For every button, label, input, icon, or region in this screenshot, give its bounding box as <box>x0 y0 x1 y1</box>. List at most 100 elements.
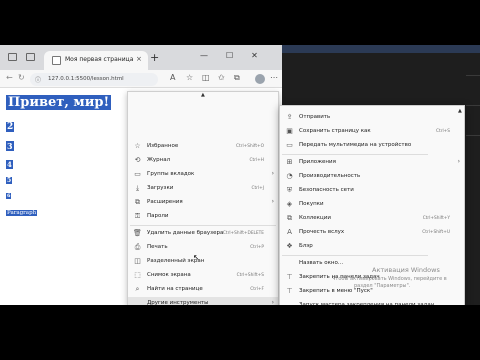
background-editor-highlight <box>280 45 480 53</box>
submenu-item-label: Производительность <box>299 173 361 179</box>
submenu-item-9[interactable]: ❖ Блэр <box>280 240 464 253</box>
menu-item-label: Загрузки <box>147 185 174 191</box>
submenu-item-7[interactable]: ⧉ Коллекции Ctrl+Shift+Y <box>280 212 464 225</box>
submenu-item-2[interactable]: ▭ Передать мультимедиа на устройство <box>280 139 464 152</box>
mouse-cursor-icon: ↖ <box>193 253 200 262</box>
extensions-icon: ⧉ <box>135 198 140 206</box>
split-screen-toolbar-icon[interactable]: ◫ <box>202 73 210 82</box>
page-item-3: 3 <box>6 141 14 151</box>
tab-title: Моя первая страница <box>65 56 134 63</box>
tab-close-icon[interactable]: × <box>136 55 142 63</box>
menu-item-8[interactable]: ◫ Разделенный экран <box>128 255 278 268</box>
collections-icon: ⧉ <box>287 214 292 222</box>
collections-toolbar-icon[interactable]: ⧉ <box>234 73 240 83</box>
menu-item-0[interactable]: ☆ Избранное Ctrl+Shift+O <box>128 140 278 153</box>
cast-icon: ▭ <box>286 141 293 149</box>
menu-item-label: Удалить данные браузера <box>147 230 224 236</box>
chevron-right-icon: › <box>271 198 274 205</box>
read-aloud-toolbar-icon[interactable]: A <box>170 73 175 82</box>
tab-actions-icon[interactable] <box>8 53 17 61</box>
submenu-item-label: Блэр <box>299 243 313 249</box>
page-favicon-icon <box>52 56 61 65</box>
menu-item-label: Журнал <box>147 157 171 163</box>
menu-item-6[interactable]: 🗑 Удалить данные браузера Ctrl+Shift+DELET… <box>128 227 278 240</box>
menu-item-label: Печать <box>147 244 168 250</box>
back-icon[interactable]: ← <box>6 73 13 82</box>
submenu-item-8[interactable]: A Прочесть вслух Ctrl+Shift+U <box>280 226 464 239</box>
submenu-item-label: Сохранить страницу как <box>299 128 371 134</box>
menu-item-shortcut: Ctrl+F <box>250 287 264 292</box>
menu-item-11[interactable]: Другие инструменты › <box>128 297 278 305</box>
page-paragraph: Paragraph <box>6 210 38 216</box>
submenu-item-label: Коллекции <box>299 215 331 221</box>
more-menu-icon[interactable]: ⋯ <box>270 73 278 82</box>
close-window-button[interactable]: ✕ <box>251 51 258 60</box>
workspaces-icon[interactable] <box>26 53 35 61</box>
menu-item-5[interactable]: ⚿ Пароли <box>128 210 278 223</box>
address-bar[interactable]: ⓘ 127.0.0.1:5500/lesson.html <box>30 73 158 86</box>
download-icon: ⤓ <box>135 184 140 192</box>
menu-separator <box>130 225 276 226</box>
menu-item-shortcut: Ctrl+P <box>250 245 264 250</box>
tab-active[interactable]: Моя первая страница × <box>44 51 148 70</box>
share-icon: ⇪ <box>286 113 293 121</box>
menu-scroll-up-icon[interactable]: ▲ <box>201 92 205 98</box>
submenu-item-label: Запуск мастера закрепления на панели зад… <box>299 302 435 305</box>
menu-item-9[interactable]: ⬚ Снимок экрана Ctrl+Shift+S <box>128 269 278 282</box>
avatar[interactable] <box>255 74 265 84</box>
favorites-bar-icon[interactable]: ✩ <box>218 73 225 82</box>
menu-item-label: Другие инструменты <box>147 300 209 305</box>
submenu-item-13[interactable]: Запуск мастера закрепления на панели зад… <box>280 299 464 305</box>
submenu-separator <box>282 154 428 155</box>
submenu-item-shortcut: Ctrl+Shift+Y <box>422 216 450 221</box>
menu-item-2[interactable]: ▭ Группы вкладок › <box>128 168 278 181</box>
activation-watermark-text: Чтобы активировать Windows, перейдите в … <box>332 276 447 289</box>
menu-item-shortcut: Ctrl+H <box>249 158 264 163</box>
maximize-button[interactable]: ☐ <box>226 51 233 60</box>
menu-item-1[interactable]: ⟲ Журнал Ctrl+H <box>128 154 278 167</box>
menu-item-shortcut: Ctrl+Shift+O <box>236 144 264 149</box>
read-aloud-icon: A <box>287 228 292 236</box>
submenu-item-4[interactable]: ◔ Производительность <box>280 170 464 183</box>
submenu-item-label: Приложения <box>299 159 336 165</box>
submenu-item-6[interactable]: ◈ Покупки <box>280 198 464 211</box>
submenu-item-5[interactable]: ⛨ Безопасность сети <box>280 184 464 197</box>
refresh-icon[interactable]: ↻ <box>18 73 25 82</box>
tab-groups-icon: ▭ <box>134 170 141 178</box>
find-icon: ⌕ <box>135 285 140 293</box>
chevron-right-icon: › <box>271 299 274 305</box>
submenu-item-3[interactable]: ⊞ Приложения › <box>280 156 464 169</box>
menu-item-shortcut: Ctrl+Shift+DELETE <box>222 231 264 236</box>
submenu-item-label: Отправить <box>299 114 331 120</box>
performance-icon: ◔ <box>286 172 293 180</box>
pin-taskbar-icon: ⊤ <box>286 273 293 281</box>
submenu-item-label: Передать мультимедиа на устройство <box>299 142 412 148</box>
menu-item-7[interactable]: ⎙ Печать Ctrl+P <box>128 241 278 254</box>
page-item-4: 4 <box>6 160 13 169</box>
shield-icon: ⛨ <box>286 186 293 194</box>
page-item-5: 5 <box>6 177 13 184</box>
page-item-2: 2 <box>6 122 15 132</box>
submenu-separator <box>282 255 428 256</box>
history-icon: ⟲ <box>134 156 141 164</box>
copilot-icon: ❖ <box>286 242 293 250</box>
submenu-item-label: Покупки <box>299 201 324 207</box>
menu-item-10[interactable]: ⌕ Найти на странице Ctrl+F <box>128 283 278 296</box>
menu-item-label: Найти на странице <box>147 286 203 292</box>
menu-item-label: Избранное <box>147 143 179 149</box>
menu-item-label: Снимок экрана <box>147 272 191 278</box>
screenshot-icon: ⬚ <box>134 271 141 279</box>
new-tab-button[interactable]: + <box>150 51 159 64</box>
page-item-6: 6 <box>6 193 12 199</box>
submenu-item-0[interactable]: ⇪ Отправить <box>280 111 464 124</box>
page-heading: Привет, мир! <box>6 95 112 110</box>
menu-item-4[interactable]: ⧉ Расширения › <box>128 196 278 209</box>
split-screen-icon: ◫ <box>134 257 141 265</box>
activation-watermark-title: Активация Windows <box>372 266 440 274</box>
site-info-icon[interactable]: ⓘ <box>35 75 41 84</box>
minimize-button[interactable]: — <box>200 51 208 60</box>
favorite-icon[interactable]: ☆ <box>186 73 193 82</box>
shopping-icon: ◈ <box>286 200 293 208</box>
menu-item-3[interactable]: ⤓ Загрузки Ctrl+J <box>128 182 278 195</box>
submenu-item-1[interactable]: ▣ Сохранить страницу как Ctrl+S <box>280 125 464 138</box>
